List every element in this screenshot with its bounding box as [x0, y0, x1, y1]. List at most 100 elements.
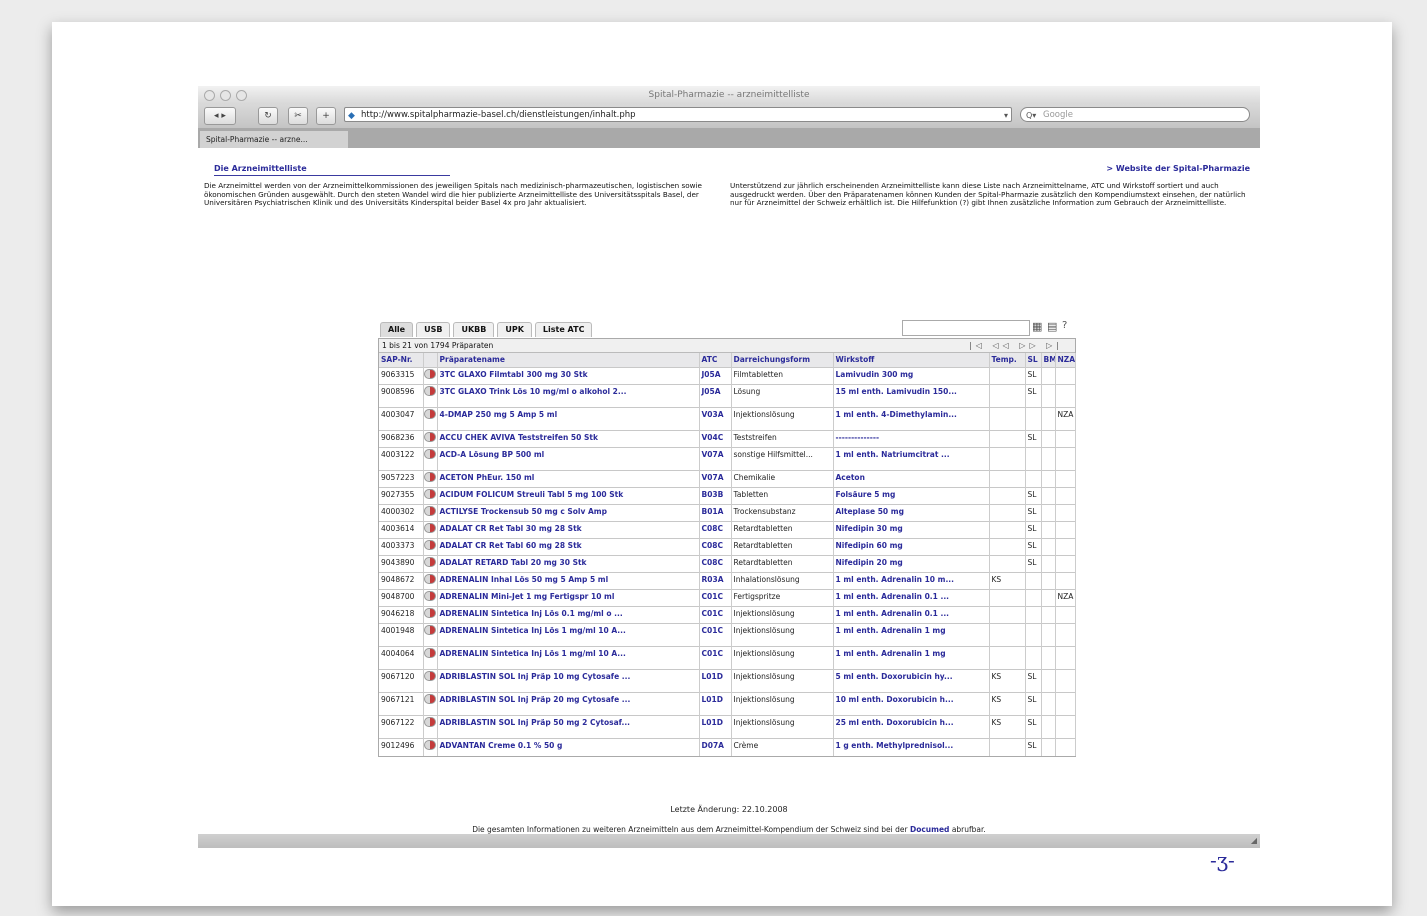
atc-code[interactable]: C08C [699, 555, 732, 573]
pill-icon[interactable] [424, 386, 436, 396]
column-header[interactable]: ATC [699, 353, 732, 368]
documed-link[interactable]: Documed [910, 825, 949, 834]
atc-code[interactable]: V04C [699, 430, 732, 448]
active-ingredient[interactable]: -------------- [833, 430, 990, 448]
active-ingredient[interactable]: Aceton [833, 470, 990, 488]
page-title[interactable]: Die Arzneimittelliste [214, 164, 307, 173]
back-forward-button[interactable]: ◂ ▸ [204, 107, 236, 125]
product-name-link[interactable]: ADRIBLASTIN SOL Inj Präp 20 mg Cytosafe … [437, 692, 700, 716]
active-ingredient[interactable]: Folsäure 5 mg [833, 487, 990, 505]
active-ingredient[interactable]: 1 g enth. Methylprednisol... [833, 738, 990, 756]
product-name-link[interactable]: ADRENALIN Sintetica Inj Lös 0.1 mg/ml o … [437, 606, 700, 624]
atc-code[interactable]: C01C [699, 623, 732, 647]
pill-icon[interactable] [424, 506, 436, 516]
product-name-link[interactable]: ACD-A Lösung BP 500 ml [437, 447, 700, 471]
product-name-link[interactable]: ADRIBLASTIN SOL Inj Präp 50 mg 2 Cytosaf… [437, 715, 700, 739]
excel-export-icon[interactable]: ▦ [1032, 320, 1042, 333]
resize-grip-icon[interactable]: ◢ [1251, 836, 1257, 845]
filter-input[interactable] [902, 320, 1030, 336]
pill-icon[interactable] [424, 740, 436, 750]
reload-icon[interactable]: ↻ [258, 107, 278, 125]
product-name-link[interactable]: ADRENALIN Sintetica Inj Lös 1 mg/ml 10 A… [437, 623, 700, 647]
product-name-link[interactable]: 3TC GLAXO Trink Lös 10 mg/ml o alkohol 2… [437, 384, 700, 408]
product-name-link[interactable]: ADALAT CR Ret Tabl 30 mg 28 Stk [437, 521, 700, 539]
pill-icon[interactable] [424, 608, 436, 618]
atc-code[interactable]: C01C [699, 589, 732, 607]
pill-icon[interactable] [424, 449, 436, 459]
close-icon[interactable] [204, 90, 215, 101]
pill-icon[interactable] [424, 574, 436, 584]
pill-icon[interactable] [424, 432, 436, 442]
pill-icon[interactable] [424, 523, 436, 533]
atc-code[interactable]: L01D [699, 715, 732, 739]
help-icon[interactable]: ? [1062, 320, 1067, 331]
zoom-icon[interactable] [236, 90, 247, 101]
atc-code[interactable]: J05A [699, 367, 732, 385]
pill-icon[interactable] [424, 671, 436, 681]
pill-icon[interactable] [424, 489, 436, 499]
column-header[interactable]: Präparatename [437, 353, 700, 368]
atc-code[interactable]: J05A [699, 384, 732, 408]
product-name-link[interactable]: ADRENALIN Sintetica Inj Lös 1 mg/ml 10 A… [437, 646, 700, 670]
atc-code[interactable]: C01C [699, 646, 732, 670]
pager-controls[interactable]: |◁ ◁◁ ▷▷ ▷| [969, 339, 1063, 352]
active-ingredient[interactable]: 10 ml enth. Doxorubicin h... [833, 692, 990, 716]
browser-tab[interactable]: Spital-Pharmazie -- arzne... [200, 131, 348, 148]
pill-icon[interactable] [424, 648, 436, 658]
active-ingredient[interactable]: 1 ml enth. Adrenalin 1 mg [833, 623, 990, 647]
active-ingredient[interactable]: 1 ml enth. Adrenalin 0.1 ... [833, 606, 990, 624]
pill-icon[interactable] [424, 409, 436, 419]
atc-code[interactable]: D07A [699, 738, 732, 756]
product-name-link[interactable]: ADVANTAN Creme 0.1 % 50 g [437, 738, 700, 756]
atc-code[interactable]: R03A [699, 572, 732, 590]
atc-code[interactable]: L01D [699, 669, 732, 693]
tab-ukbb[interactable]: UKBB [453, 322, 495, 337]
product-name-link[interactable]: ADRENALIN Inhal Lös 50 mg 5 Amp 5 ml [437, 572, 700, 590]
active-ingredient[interactable]: 1 ml enth. Natriumcitrat ... [833, 447, 990, 471]
product-name-link[interactable]: ACTILYSE Trockensub 50 mg c Solv Amp [437, 504, 700, 522]
product-name-link[interactable]: 3TC GLAXO Filmtabl 300 mg 30 Stk [437, 367, 700, 385]
search-field[interactable]: Q▾ Google [1020, 107, 1250, 122]
tab-alle[interactable]: Alle [380, 322, 414, 337]
pill-icon[interactable] [424, 625, 436, 635]
pill-icon[interactable] [424, 717, 436, 727]
add-bookmark-icon[interactable]: + [316, 107, 336, 125]
active-ingredient[interactable]: Lamivudin 300 mg [833, 367, 990, 385]
atc-code[interactable]: C08C [699, 521, 732, 539]
product-name-link[interactable]: ACETON PhEur. 150 ml [437, 470, 700, 488]
website-link[interactable]: > Website der Spital-Pharmazie [1106, 164, 1250, 173]
atc-code[interactable]: B03B [699, 487, 732, 505]
active-ingredient[interactable]: Nifedipin 30 mg [833, 521, 990, 539]
pill-icon[interactable] [424, 591, 436, 601]
active-ingredient[interactable]: 25 ml enth. Doxorubicin h... [833, 715, 990, 739]
minimize-icon[interactable] [220, 90, 231, 101]
atc-code[interactable]: C01C [699, 606, 732, 624]
column-header[interactable]: SAP-Nr. [379, 353, 424, 368]
atc-code[interactable]: C08C [699, 538, 732, 556]
active-ingredient[interactable]: Nifedipin 60 mg [833, 538, 990, 556]
tab-liste-atc[interactable]: Liste ATC [534, 322, 593, 337]
url-dropdown-icon[interactable]: ▾ [1004, 108, 1008, 123]
product-name-link[interactable]: ACCU CHEK AVIVA Teststreifen 50 Stk [437, 430, 700, 448]
active-ingredient[interactable]: 1 ml enth. Adrenalin 0.1 ... [833, 589, 990, 607]
atc-code[interactable]: V03A [699, 407, 732, 431]
column-header[interactable]: Temp. [989, 353, 1026, 368]
atc-code[interactable]: L01D [699, 692, 732, 716]
product-name-link[interactable]: ADALAT CR Ret Tabl 60 mg 28 Stk [437, 538, 700, 556]
atc-code[interactable]: V07A [699, 447, 732, 471]
address-bar[interactable]: ◆ http://www.spitalpharmazie-basel.ch/di… [344, 107, 1012, 122]
pill-icon[interactable] [424, 557, 436, 567]
atc-code[interactable]: V07A [699, 470, 732, 488]
active-ingredient[interactable]: Alteplase 50 mg [833, 504, 990, 522]
active-ingredient[interactable]: 1 ml enth. Adrenalin 1 mg [833, 646, 990, 670]
tab-usb[interactable]: USB [416, 322, 451, 337]
product-name-link[interactable]: ADRENALIN Mini-Jet 1 mg Fertigspr 10 ml [437, 589, 700, 607]
column-header[interactable]: Darreichungsform [731, 353, 834, 368]
pill-icon[interactable] [424, 694, 436, 704]
active-ingredient[interactable]: Nifedipin 20 mg [833, 555, 990, 573]
product-name-link[interactable]: ACIDUM FOLICUM Streuli Tabl 5 mg 100 Stk [437, 487, 700, 505]
pill-icon[interactable] [424, 472, 436, 482]
product-name-link[interactable]: ADALAT RETARD Tabl 20 mg 30 Stk [437, 555, 700, 573]
tab-upk[interactable]: UPK [497, 322, 532, 337]
window-controls[interactable] [204, 90, 247, 101]
